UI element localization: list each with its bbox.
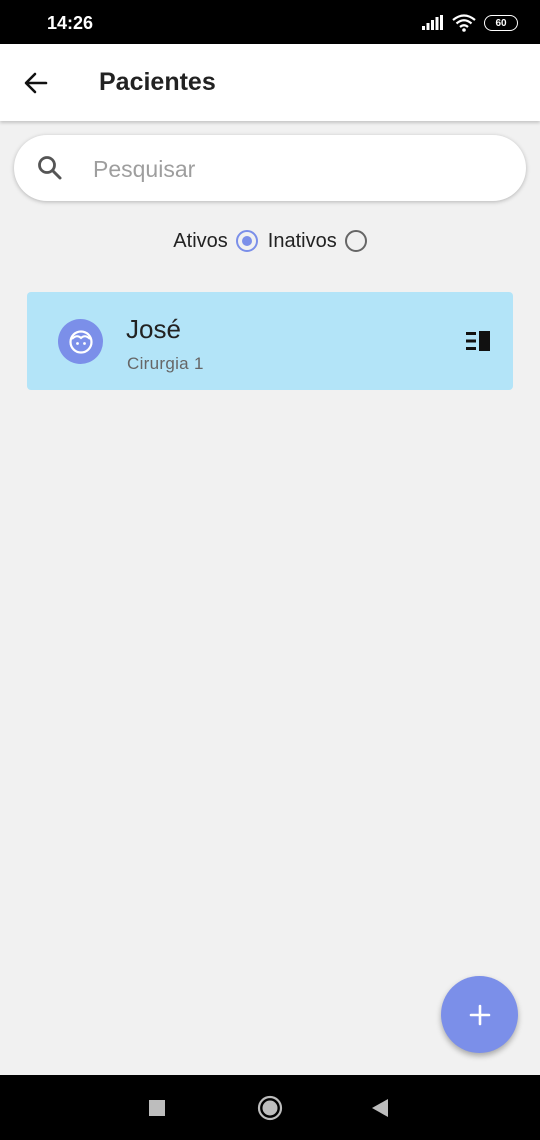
patient-avatar (58, 319, 103, 364)
patient-card[interactable]: José Cirurgia 1 (27, 292, 513, 390)
battery-level: 60 (495, 17, 507, 29)
details-menu-icon[interactable] (466, 331, 493, 351)
wifi-icon (452, 14, 476, 32)
search-bar[interactable] (14, 135, 526, 201)
search-icon (38, 156, 62, 180)
patient-name: José (126, 314, 181, 344)
active-filter-radio[interactable] (235, 230, 258, 252)
signal-icon (422, 15, 443, 30)
status-filter: Ativos Inativos (0, 224, 540, 258)
inactive-filter-label: Inativos (267, 229, 337, 252)
inactive-filter-radio[interactable] (344, 230, 367, 252)
search-input[interactable] (91, 149, 495, 189)
patient-subtitle: Cirurgia 1 (127, 354, 204, 373)
home-icon[interactable] (257, 1095, 283, 1121)
nav-back-icon[interactable] (370, 1098, 390, 1118)
page-title: Pacientes (99, 68, 216, 96)
battery-indicator: 60 (484, 15, 518, 31)
status-time: 14:26 (47, 13, 94, 33)
add-icon (469, 1004, 490, 1025)
active-filter-label: Ativos (173, 229, 228, 252)
status-bar: 14:26 60 (0, 0, 540, 44)
system-navigation-bar (0, 1075, 540, 1140)
patient-avatar-icon (68, 329, 93, 354)
app-bar: Pacientes (0, 44, 540, 121)
back-arrow-icon[interactable] (22, 69, 50, 97)
status-icons: 60 (422, 13, 518, 33)
recent-apps-icon[interactable] (148, 1099, 166, 1117)
add-patient-button[interactable] (441, 976, 518, 1053)
